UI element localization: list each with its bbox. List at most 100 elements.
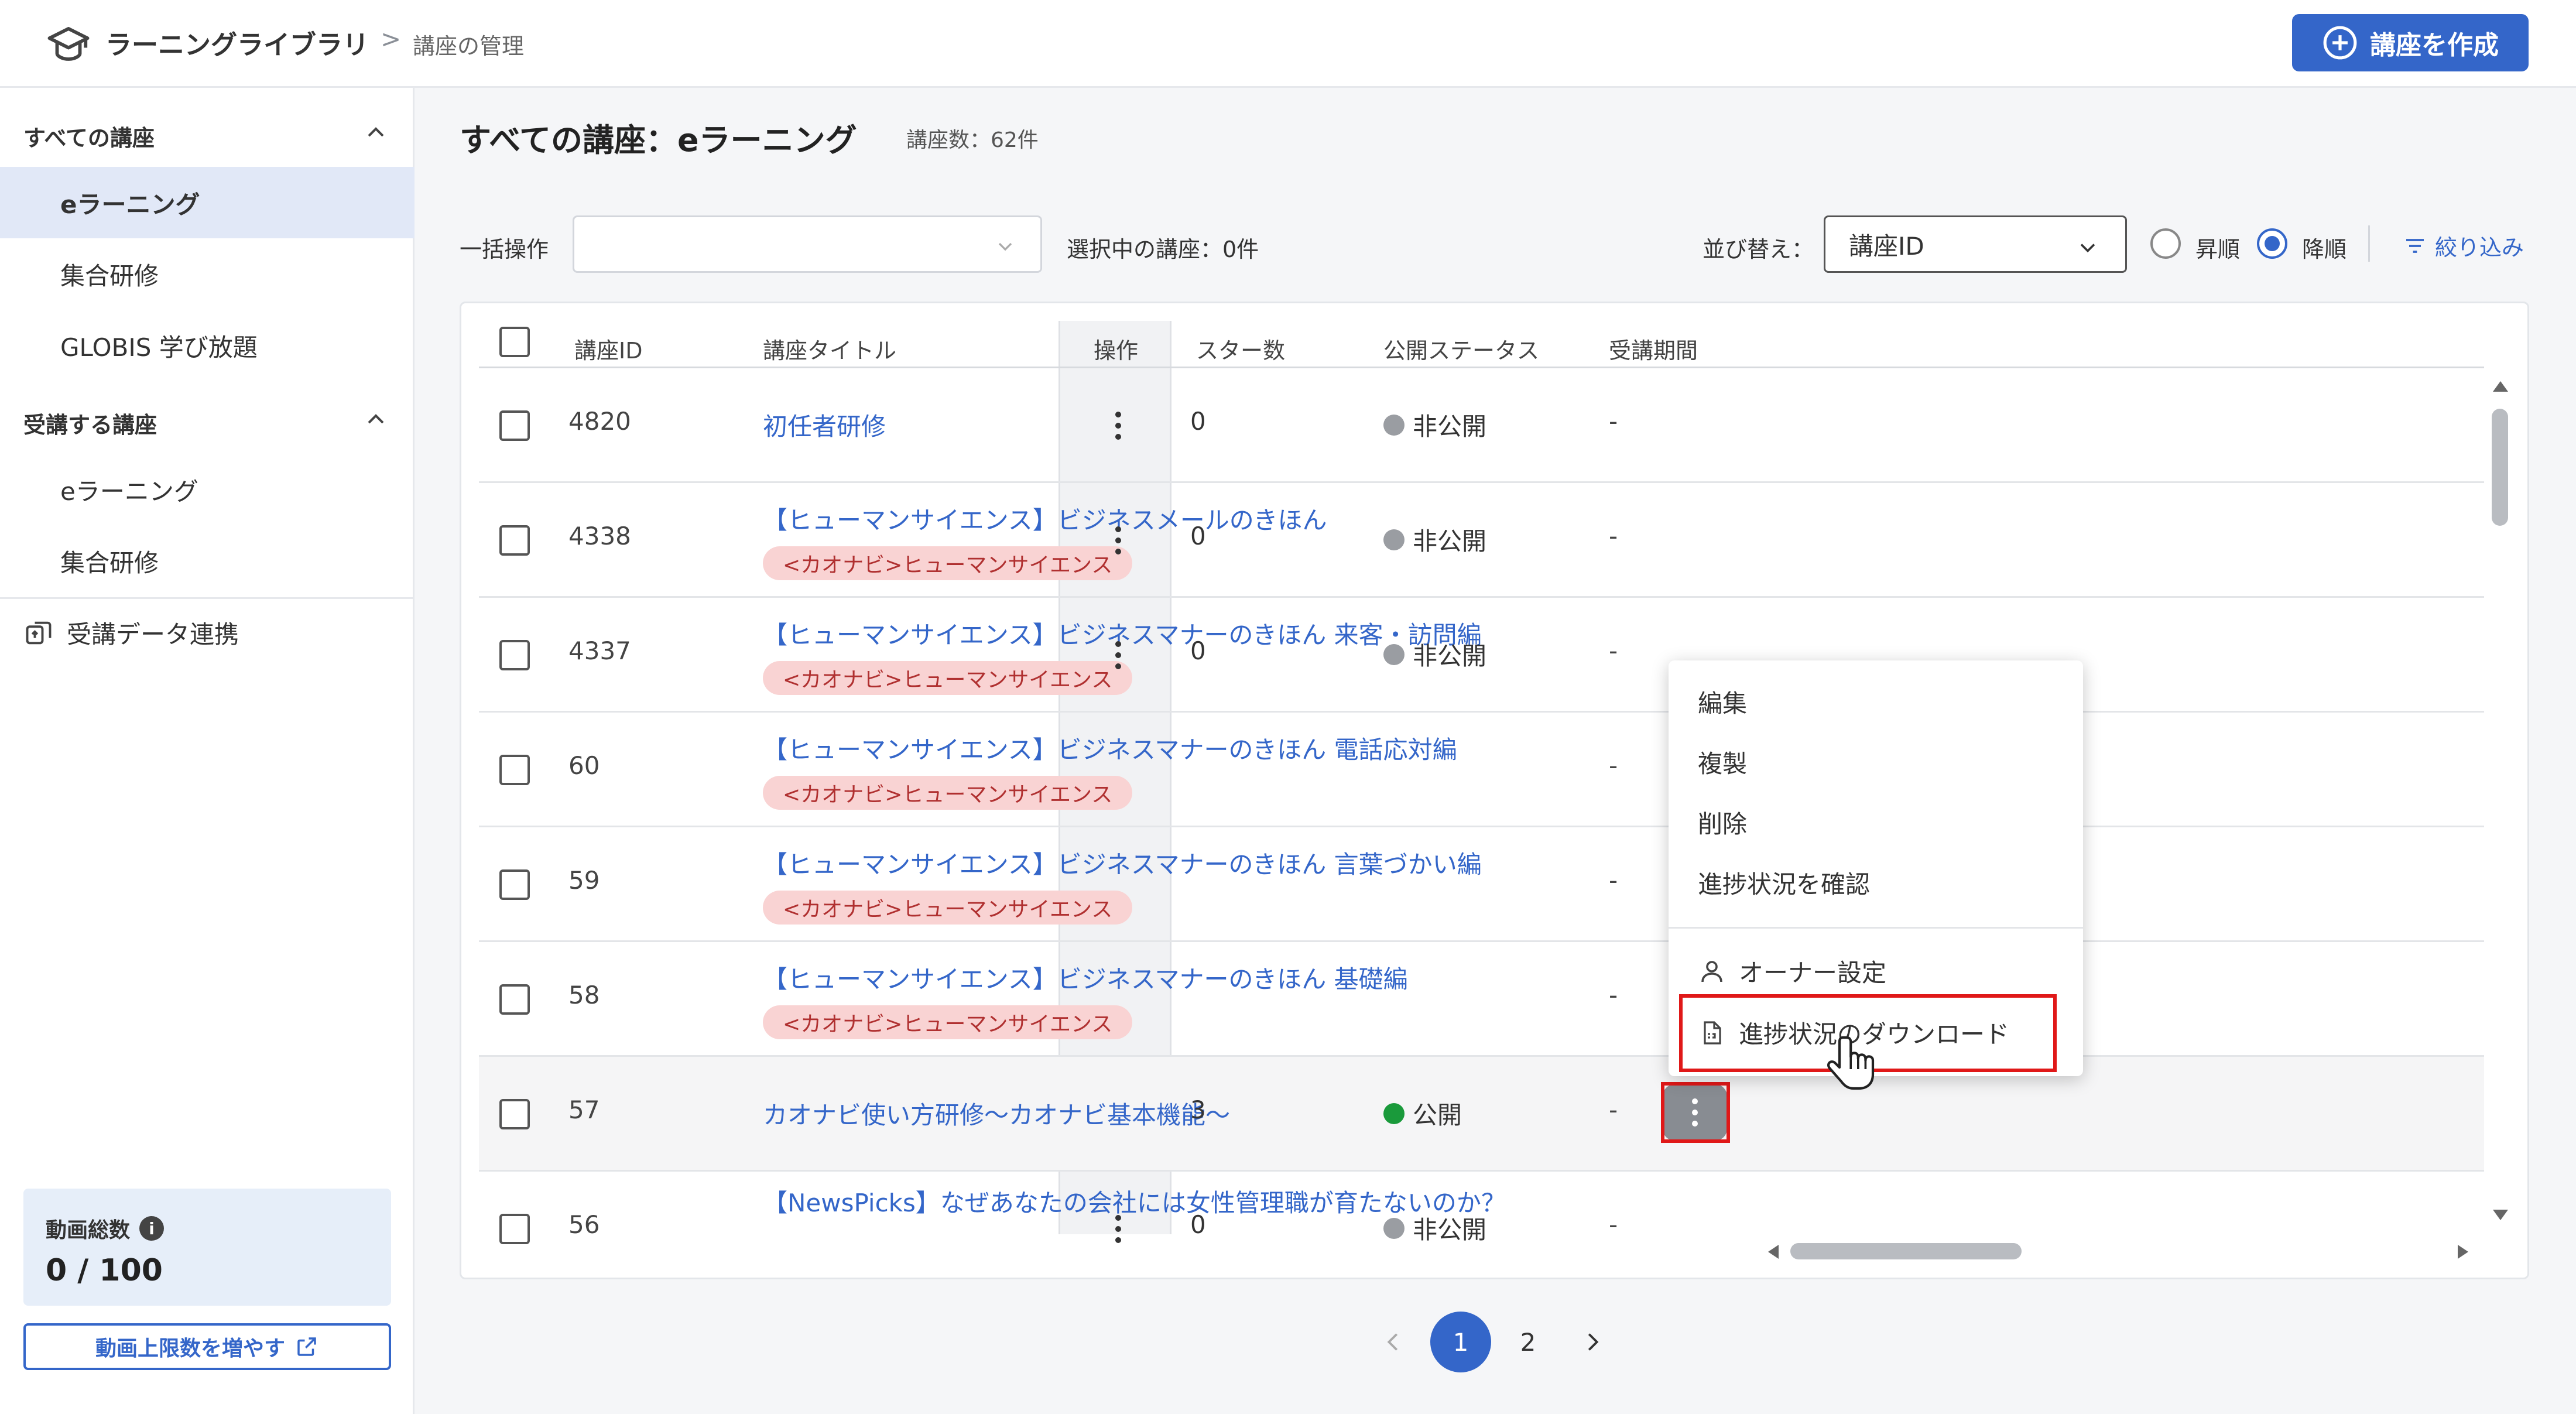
chevron-left-icon (1387, 1333, 1398, 1351)
table-row[interactable]: 58 【ヒューマンサイエンス】ビジネスマナーのきほん 基礎編 <カオナビ>ヒュー… (479, 942, 2484, 1057)
header-status[interactable]: 公開ステータス (1383, 333, 1539, 365)
more-actions-icon[interactable] (1104, 632, 1133, 679)
menu-item-duplicate[interactable]: 複製 (1698, 744, 1747, 780)
chevron-down-icon (998, 242, 1012, 251)
course-title-link[interactable]: 【ヒューマンサイエンス】ビジネスマナーのきほん 電話応対編 (763, 730, 1457, 766)
course-id: 4820 (568, 407, 631, 436)
status-label: 非公開 (1413, 412, 1487, 441)
library-title[interactable]: ラーニングライブラリ (105, 23, 369, 61)
menu-divider (1669, 927, 2083, 929)
menu-item-owner-settings[interactable]: オーナー設定 (1698, 953, 1886, 989)
table-row[interactable]: 60 【ヒューマンサイエンス】ビジネスマナーのきほん 電話応対編 <カオナビ>ヒ… (479, 713, 2484, 827)
status-badge: 非公開 (1383, 522, 1486, 557)
course-period: - (1609, 1210, 1618, 1239)
more-actions-icon[interactable] (1104, 402, 1133, 449)
page-prev-button[interactable] (1376, 1312, 1411, 1372)
data-sync-label: 受講データ連携 (67, 620, 239, 649)
status-label: 非公開 (1413, 1216, 1487, 1244)
scroll-down-arrow[interactable] (2493, 1210, 2508, 1220)
status-dot (1383, 529, 1405, 550)
table-row[interactable]: 59 【ヒューマンサイエンス】ビジネスマナーのきほん 言葉づかい編 <カオナビ>… (479, 827, 2484, 942)
row-checkbox[interactable] (499, 1214, 530, 1244)
sort-desc-label[interactable]: 降順 (2302, 231, 2347, 263)
vertical-scrollbar[interactable] (2492, 409, 2508, 526)
course-title-link[interactable]: 【ヒューマンサイエンス】ビジネスマナーのきほん 基礎編 (763, 960, 1408, 995)
hand-cursor-icon (1827, 1036, 1875, 1090)
row-checkbox[interactable] (499, 1099, 530, 1129)
sidebar-item-group-training[interactable]: 集合研修 (0, 238, 415, 310)
table-row[interactable]: 4820 初任者研修 0 非公開 - (479, 368, 2484, 483)
menu-item-check-progress[interactable]: 進捗状況を確認 (1698, 865, 1870, 901)
sort-asc-radio[interactable] (2150, 228, 2181, 259)
sidebar-item-enrolled-elearning[interactable]: eラーニング (0, 454, 415, 525)
highlight-kebab (1661, 1082, 1730, 1143)
header-course-id[interactable]: 講座ID (574, 333, 642, 365)
info-icon[interactable]: i (139, 1216, 165, 1241)
create-course-label: 講座を作成 (2370, 30, 2499, 60)
course-title-link[interactable]: 初任者研修 (763, 407, 886, 443)
page-title: すべての講座：eラーニング (460, 122, 857, 159)
chevron-up-icon[interactable] (362, 118, 390, 146)
sidebar-divider (0, 597, 415, 599)
filter-button[interactable]: 絞り込み (2403, 230, 2524, 262)
video-total-label-text: 動画総数 (46, 1218, 131, 1242)
course-id: 60 (568, 751, 600, 780)
page-button-1[interactable]: 1 (1430, 1312, 1491, 1372)
sort-asc-label[interactable]: 昇順 (2195, 231, 2240, 263)
chevron-up-icon[interactable] (362, 405, 390, 433)
course-title-link[interactable]: 【ヒューマンサイエンス】ビジネスマナーのきほん 言葉づかい編 (763, 845, 1482, 881)
more-actions-icon[interactable] (1104, 517, 1133, 564)
scroll-up-arrow[interactable] (2493, 381, 2508, 392)
app-header: ラーニングライブラリ > 講座の管理 講座を作成 (0, 0, 2576, 88)
breadcrumb-current: 講座の管理 (413, 33, 525, 59)
horizontal-scrollbar[interactable] (1790, 1243, 2022, 1259)
table-row[interactable]: 4338 【ヒューマンサイエンス】ビジネスメールのきほん <カオナビ>ヒューマン… (479, 483, 2484, 598)
course-title-link[interactable]: 【ヒューマンサイエンス】ビジネスメールのきほん (763, 501, 1327, 536)
menu-item-delete[interactable]: 削除 (1698, 804, 1747, 840)
video-total-label: 動画総数 i (46, 1213, 165, 1244)
row-checkbox[interactable] (499, 984, 530, 1015)
header-stars[interactable]: スター数 (1196, 333, 1285, 365)
page-button-2[interactable]: 2 (1499, 1312, 1557, 1372)
sort-label: 並び替え： (1703, 237, 1814, 262)
video-total-card: 動画総数 i 0 / 100 (23, 1189, 391, 1306)
row-checkbox[interactable] (499, 755, 530, 785)
course-table: 講座ID 講座タイトル 操作 スター数 公開ステータス 受講期間 4820 初任… (460, 302, 2529, 1279)
sidebar-item-elearning[interactable]: eラーニング (0, 167, 415, 238)
bulk-action-label: 一括操作 (460, 237, 549, 262)
header-period[interactable]: 受講期間 (1609, 333, 1698, 365)
more-actions-icon[interactable] (1104, 1206, 1133, 1252)
course-id: 59 (568, 866, 600, 895)
sidebar-section-enrolled[interactable]: 受講する講座 (23, 407, 157, 439)
sort-desc-radio[interactable] (2257, 228, 2287, 259)
create-course-button[interactable]: 講座を作成 (2292, 14, 2529, 71)
header-course-title[interactable]: 講座タイトル (763, 333, 896, 365)
sidebar-item-globis[interactable]: GLOBIS 学び放題 (0, 310, 415, 381)
sidebar-item-data-sync[interactable]: 受講データ連携 (23, 615, 239, 650)
star-count: 3 (1190, 1095, 1206, 1124)
breadcrumb-separator: > (381, 25, 402, 53)
row-checkbox[interactable] (499, 869, 530, 900)
select-all-checkbox[interactable] (499, 327, 530, 357)
row-checkbox[interactable] (499, 410, 530, 441)
sync-icon (26, 621, 52, 644)
row-checkbox[interactable] (499, 525, 530, 556)
page-next-button[interactable] (1575, 1312, 1610, 1372)
table-row[interactable]: 57 カオナビ使い方研修〜カオナビ基本機能〜 3 公開 - (479, 1057, 2484, 1172)
menu-item-edit[interactable]: 編集 (1698, 684, 1747, 720)
sidebar-section-all[interactable]: すべての講座 (23, 120, 155, 152)
course-period: - (1609, 407, 1618, 436)
bulk-action-select[interactable] (573, 215, 1042, 273)
table-row[interactable]: 56 【NewsPicks】なぜあなたの会社には女性管理職が育たないのか？ 0 … (479, 1172, 2484, 1278)
scroll-left-arrow[interactable] (1768, 1245, 1779, 1259)
increase-video-limit-button[interactable]: 動画上限数を増やす (23, 1323, 391, 1370)
course-period: - (1609, 981, 1618, 1009)
filter-icon (2406, 238, 2424, 253)
table-row[interactable]: 4337 【ヒューマンサイエンス】ビジネスマナーのきほん 来客・訪問編 <カオナ… (479, 598, 2484, 713)
course-title-link[interactable]: カオナビ使い方研修〜カオナビ基本機能〜 (763, 1095, 1230, 1131)
scroll-right-arrow[interactable] (2458, 1245, 2468, 1259)
row-checkbox[interactable] (499, 640, 530, 670)
status-label: 非公開 (1413, 642, 1487, 670)
sidebar-item-enrolled-group-training[interactable]: 集合研修 (0, 525, 415, 597)
sort-select[interactable]: 講座ID (1824, 215, 2127, 273)
